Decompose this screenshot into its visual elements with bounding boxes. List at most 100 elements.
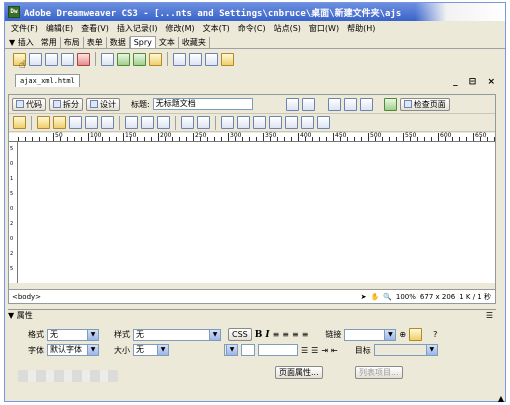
highlight-invalid-icon[interactable] — [285, 116, 298, 129]
toolbar-separator — [175, 115, 176, 130]
tag-selector[interactable]: <body> — [12, 293, 41, 301]
open-icon[interactable] — [37, 116, 50, 129]
spry-tabbed-panels-icon[interactable] — [189, 52, 202, 66]
hand-tool-icon[interactable]: ✋ — [370, 293, 379, 301]
align-center-icon[interactable]: ≡ — [282, 330, 289, 339]
chevron-down-icon: ▼ — [87, 329, 98, 340]
point-to-file-icon[interactable]: ⊕ — [399, 330, 406, 339]
document-window-controls[interactable]: _ ⊟ × — [453, 77, 499, 87]
print-icon[interactable] — [101, 116, 114, 129]
outdent-text-icon[interactable]: ⇤ — [331, 346, 338, 355]
outdent-icon[interactable] — [237, 116, 250, 129]
save-all-icon[interactable] — [85, 116, 98, 129]
insert-bar-toggle[interactable]: ▼ 插入 — [9, 37, 34, 48]
menu-text[interactable]: 文本(T) — [199, 23, 234, 34]
italic-button[interactable]: I — [265, 330, 269, 340]
tab-common[interactable]: 常用 — [38, 37, 61, 48]
style-select[interactable]: 无 ▼ — [133, 328, 221, 341]
new-icon[interactable] — [13, 116, 26, 129]
align-left-icon[interactable]: ≡ — [273, 330, 280, 339]
redo-icon[interactable] — [197, 116, 210, 129]
unordered-list-icon[interactable]: ☰ — [301, 346, 308, 355]
browse-icon[interactable] — [53, 116, 66, 129]
ruler-minor-tick — [319, 137, 320, 141]
zoom-tool-icon[interactable]: 🔍 — [383, 293, 392, 301]
copy-icon[interactable] — [141, 116, 154, 129]
menu-modify[interactable]: 修改(M) — [161, 23, 198, 34]
spry-accordion-icon[interactable] — [205, 52, 218, 66]
panel-options-icon[interactable]: ☰ — [486, 311, 493, 320]
design-view-button[interactable]: 设计 — [86, 97, 120, 111]
properties-title[interactable]: ▼ 属性 — [8, 310, 33, 321]
balance-braces-icon[interactable] — [253, 116, 266, 129]
panel-collapse-icon[interactable]: ▲ — [498, 394, 504, 403]
color-input[interactable] — [258, 344, 298, 356]
file-management-icon[interactable] — [285, 97, 299, 111]
tab-spry[interactable]: Spry — [129, 36, 156, 48]
justify-icon[interactable]: ≡ — [302, 330, 309, 339]
spry-validation-select-icon[interactable] — [117, 52, 130, 66]
check-page-button[interactable]: 检查页面 — [399, 97, 450, 111]
spry-collapsible-panel-icon[interactable] — [221, 52, 234, 66]
tab-favorites[interactable]: 收藏夹 — [179, 37, 210, 48]
size-select[interactable]: 无 ▼ — [133, 344, 169, 356]
menu-file[interactable]: 文件(F) — [7, 23, 42, 34]
menu-help[interactable]: 帮助(H) — [343, 23, 379, 34]
bold-button[interactable]: B — [255, 330, 263, 340]
tab-forms[interactable]: 表单 — [84, 37, 107, 48]
ruler-minor-tick — [487, 137, 488, 141]
design-canvas[interactable] — [18, 142, 495, 283]
css-button[interactable]: CSS — [228, 328, 252, 341]
refresh-icon[interactable] — [327, 97, 341, 111]
spry-table-icon[interactable] — [77, 52, 90, 66]
tab-text[interactable]: 文本 — [156, 37, 179, 48]
syntax-coloring-icon[interactable] — [301, 116, 314, 129]
indent-text-icon[interactable]: ⇥ — [321, 346, 328, 355]
visual-aids-icon[interactable] — [359, 97, 373, 111]
split-view-button[interactable]: 拆分 — [49, 97, 83, 111]
zoom-select[interactable]: 100% — [396, 293, 416, 301]
window-size[interactable]: 677 x 206 — [420, 293, 455, 301]
toolbar-separator — [95, 52, 96, 66]
format-select[interactable]: 无 ▼ — [47, 328, 99, 341]
menu-view[interactable]: 查看(V) — [77, 23, 113, 34]
spry-region-icon[interactable] — [29, 52, 42, 66]
cut-icon[interactable] — [125, 116, 138, 129]
select-tool-icon[interactable]: ➤ — [361, 293, 367, 301]
browse-folder-icon[interactable] — [409, 328, 423, 341]
preview-browser-icon[interactable] — [301, 97, 315, 111]
color-picker[interactable] — [241, 344, 255, 356]
title-input[interactable]: 无标题文档 — [152, 98, 253, 110]
spry-validation-textarea-icon[interactable] — [149, 52, 162, 66]
tab-layout[interactable]: 布局 — [61, 37, 84, 48]
spry-repeat-icon[interactable] — [45, 52, 58, 66]
menu-edit[interactable]: 编辑(E) — [42, 23, 77, 34]
menu-commands[interactable]: 命令(C) — [234, 23, 270, 34]
ruler-minor-tick — [417, 137, 418, 141]
indent-icon[interactable] — [221, 116, 234, 129]
spry-menubar-icon[interactable] — [173, 52, 186, 66]
validate-icon[interactable] — [383, 97, 397, 111]
spry-validation-text-icon[interactable] — [101, 52, 114, 66]
document-tab[interactable]: ajax_xml.html — [15, 74, 80, 87]
page-properties-button[interactable]: 页面属性... — [275, 366, 323, 379]
spry-repeat-list-icon[interactable] — [61, 52, 74, 66]
align-right-icon[interactable]: ≡ — [292, 330, 299, 339]
ordered-list-icon[interactable]: ☰ — [311, 346, 318, 355]
undo-icon[interactable] — [181, 116, 194, 129]
menu-window[interactable]: 窗口(W) — [305, 23, 343, 34]
menu-insert[interactable]: 插入记录(I) — [113, 23, 162, 34]
menu-site[interactable]: 站点(S) — [270, 23, 305, 34]
save-icon[interactable] — [69, 116, 82, 129]
format-source-icon[interactable] — [317, 116, 330, 129]
spry-validation-checkbox-icon[interactable] — [133, 52, 146, 66]
props-row-2: 字体 默认字体 ▼ 大小 无 ▼ ▼ ☰ ☰ ⇥ ⇤ 目标 ▼ — [28, 344, 438, 356]
code-view-button[interactable]: 代码 — [12, 97, 46, 111]
view-options-icon[interactable] — [343, 97, 357, 111]
link-input[interactable]: ▼ — [344, 328, 397, 341]
font-select[interactable]: 默认字体 ▼ — [47, 344, 99, 356]
paste-icon[interactable] — [157, 116, 170, 129]
tab-data[interactable]: 数据 — [107, 37, 130, 48]
help-icon[interactable]: ? — [433, 330, 437, 339]
line-numbers-icon[interactable] — [269, 116, 282, 129]
